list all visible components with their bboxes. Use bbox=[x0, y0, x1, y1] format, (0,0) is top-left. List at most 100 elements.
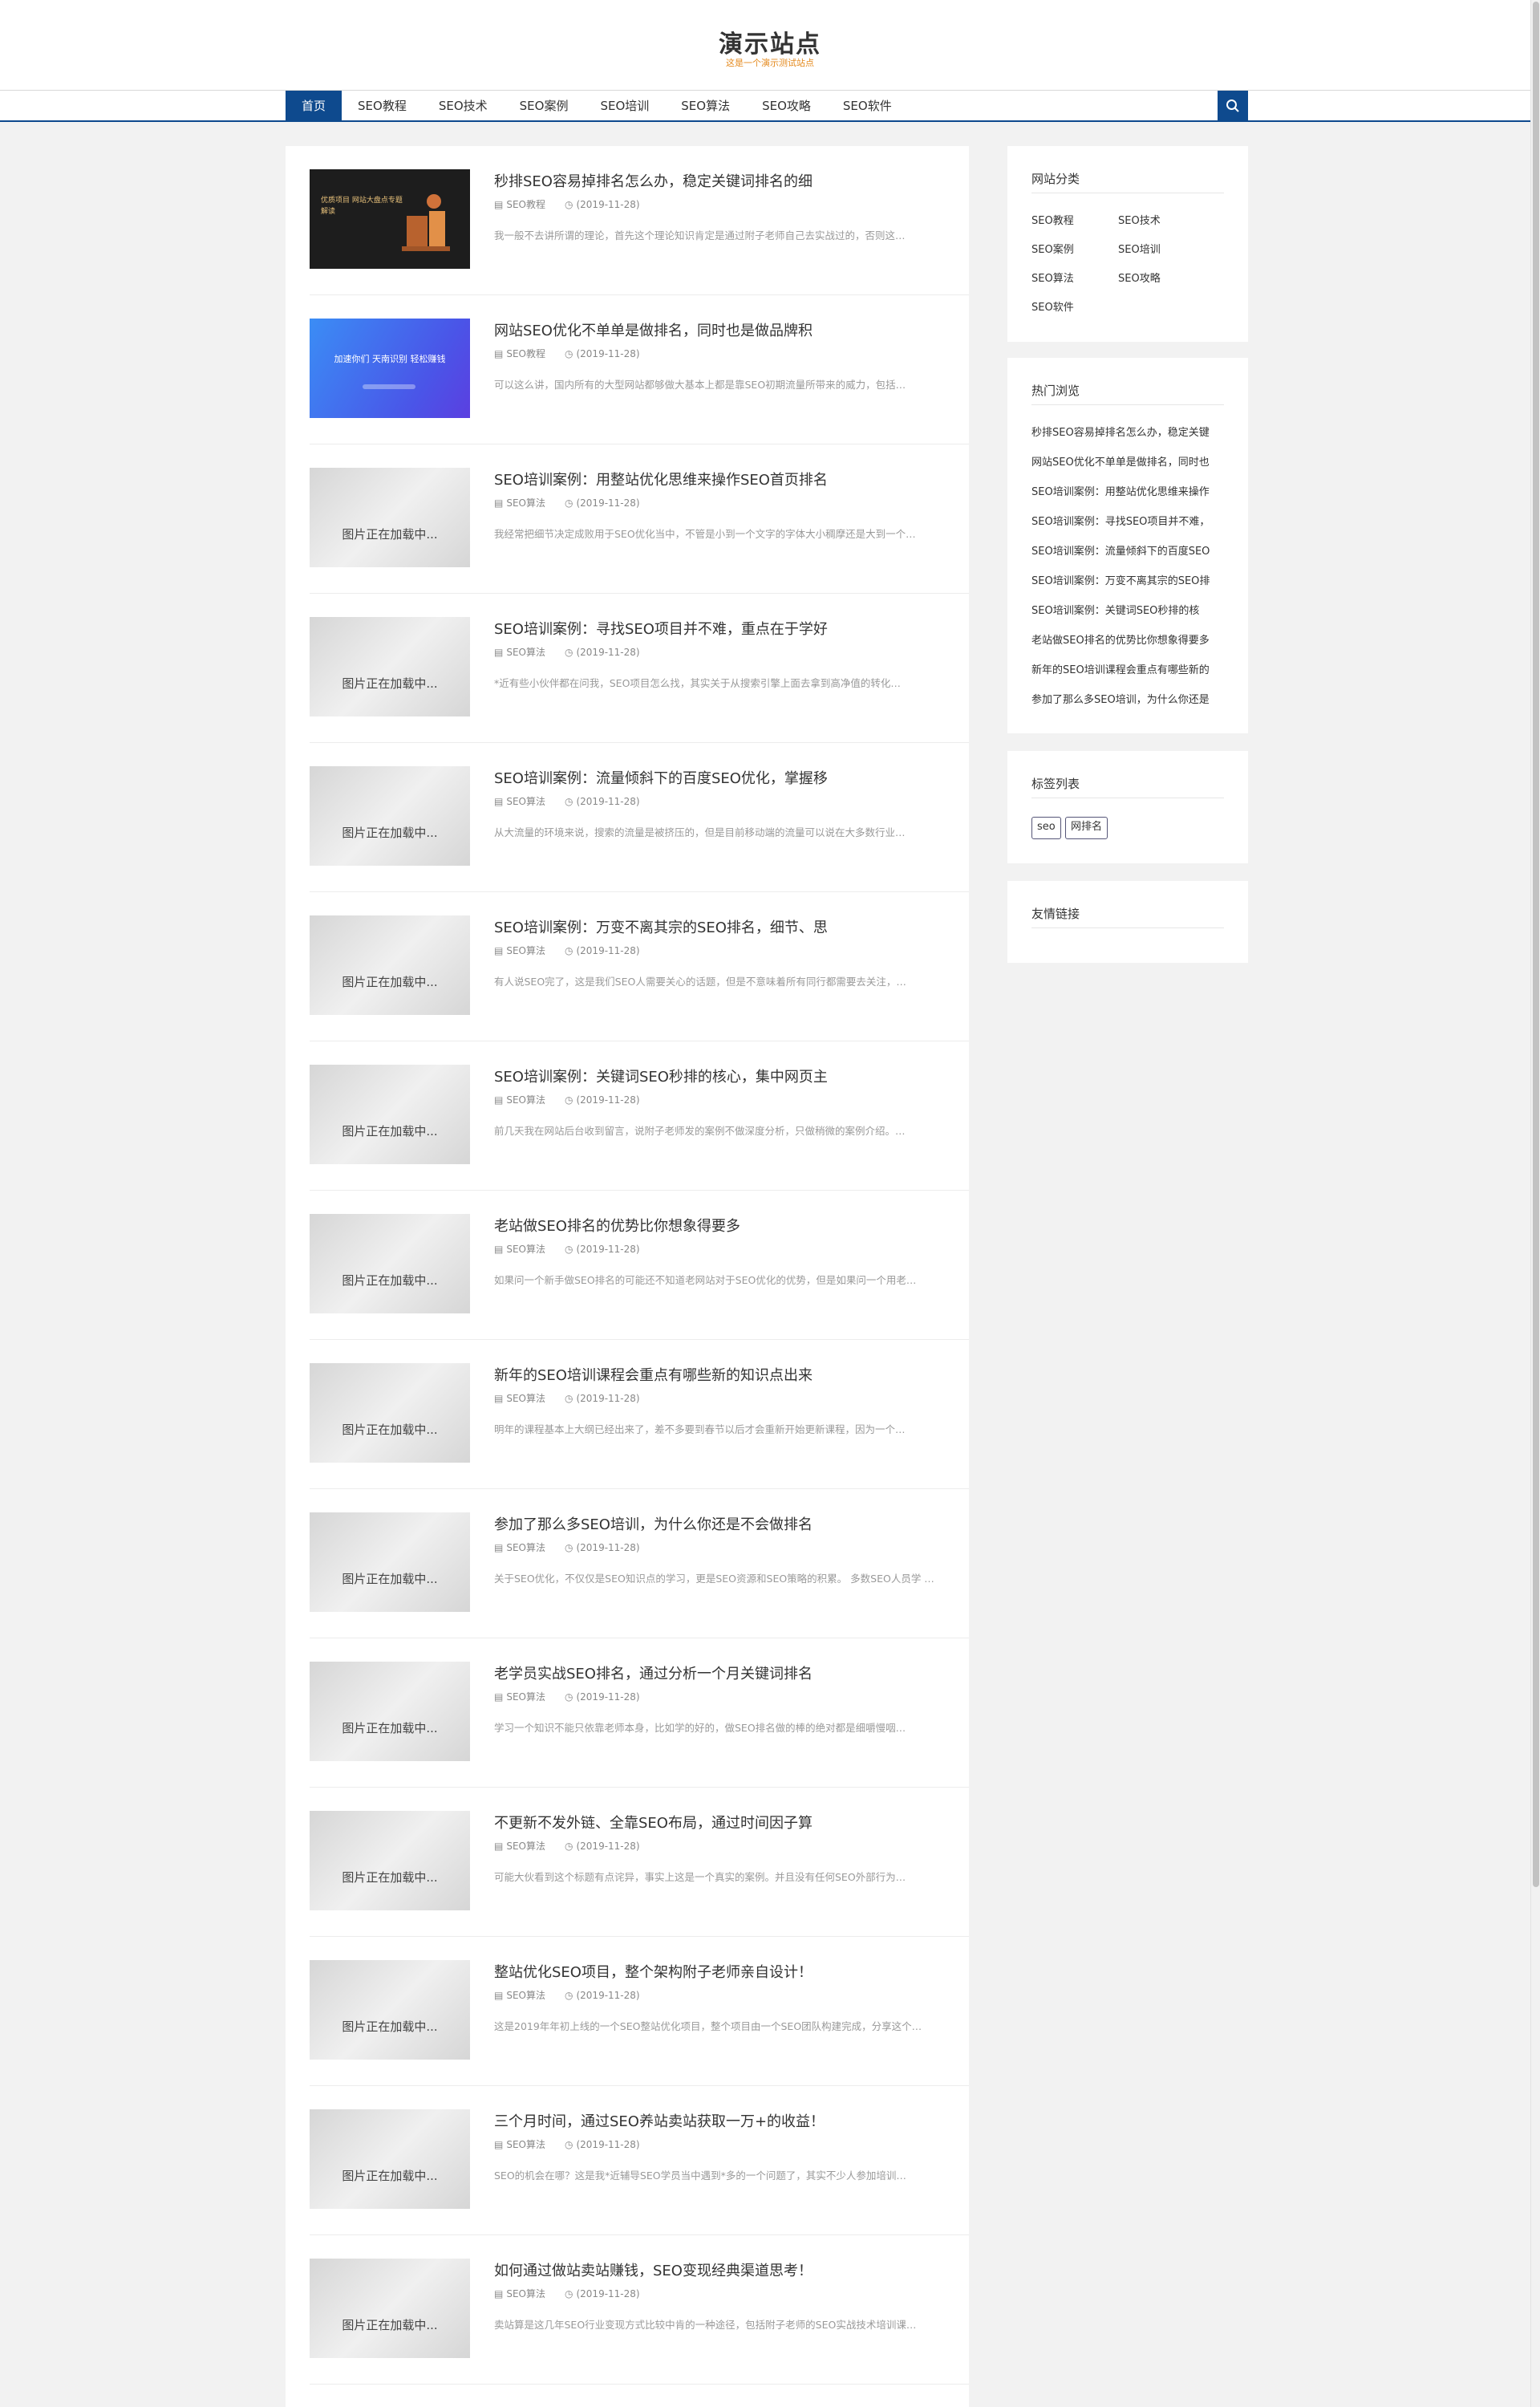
tag-link[interactable]: seo bbox=[1031, 817, 1061, 839]
clock-icon: ◷ bbox=[565, 1691, 573, 1703]
nav-item-seo-tech[interactable]: SEO技术 bbox=[423, 91, 504, 121]
clock-icon: ◷ bbox=[565, 1989, 573, 2001]
article-title[interactable]: 老学员实战SEO排名，通过分析一个月关键词排名 bbox=[494, 1662, 967, 1683]
article-thumbnail[interactable]: 图片正在加载中... bbox=[310, 1512, 470, 1612]
nav-item-seo-software[interactable]: SEO软件 bbox=[827, 91, 908, 121]
article-title[interactable]: SEO培训案例：关键词SEO秒排的核心，集中网页主 bbox=[494, 1065, 967, 1086]
site-title[interactable]: 演示站点 bbox=[0, 24, 1540, 59]
search-button[interactable] bbox=[1218, 91, 1248, 121]
article-category[interactable]: SEO算法 bbox=[506, 794, 545, 808]
article-meta: ▤ SEO算法 ◷ (2019-11-28) bbox=[494, 1093, 640, 1106]
thumbnail-loading-text: 图片正在加载中... bbox=[342, 826, 438, 840]
article-category[interactable]: SEO算法 bbox=[506, 1093, 545, 1106]
article-thumbnail[interactable]: 图片正在加载中... bbox=[310, 2259, 470, 2358]
page-scrollbar[interactable] bbox=[1530, 0, 1540, 2407]
article-thumbnail[interactable]: 图片正在加载中... bbox=[310, 1811, 470, 1910]
article-category[interactable]: SEO教程 bbox=[506, 347, 545, 360]
nav-item-seo-training[interactable]: SEO培训 bbox=[584, 91, 665, 121]
clock-icon: ◷ bbox=[565, 944, 573, 956]
widget-title: 友情链接 bbox=[1031, 907, 1080, 921]
article-title[interactable]: 整站优化SEO项目，整个架构附子老师亲自设计！ bbox=[494, 1961, 967, 1982]
hot-post-link[interactable]: 秒排SEO容易掉排名怎么办，稳定关键 bbox=[1031, 424, 1226, 439]
article-thumbnail[interactable]: 图片正在加载中... bbox=[310, 766, 470, 866]
tag-link[interactable]: 网排名 bbox=[1065, 817, 1108, 839]
hot-post-link[interactable]: SEO培训案例：流量倾斜下的百度SEO bbox=[1031, 542, 1226, 558]
nav-item-seo-tutorial[interactable]: SEO教程 bbox=[342, 91, 423, 121]
article-category[interactable]: SEO算法 bbox=[506, 1690, 545, 1703]
article-thumbnail[interactable]: 图片正在加载中... bbox=[310, 468, 470, 567]
article-meta: ▤ SEO算法 ◷ (2019-11-28) bbox=[494, 2137, 640, 2151]
hot-post-link[interactable]: 参加了那么多SEO培训，为什么你还是 bbox=[1031, 691, 1226, 706]
category-link[interactable]: SEO培训 bbox=[1118, 241, 1161, 256]
article-thumbnail[interactable]: 优质项目 网站大盘点专题解读 bbox=[310, 169, 470, 269]
article-title[interactable]: SEO培训案例：万变不离其宗的SEO排名，细节、思 bbox=[494, 916, 967, 937]
article-category[interactable]: SEO算法 bbox=[506, 1839, 545, 1853]
article-date: (2019-11-28) bbox=[576, 1541, 640, 1553]
category-link[interactable]: SEO案例 bbox=[1031, 241, 1074, 256]
article-title[interactable]: 三个月时间，通过SEO养站卖站获取一万+的收益！ bbox=[494, 2110, 967, 2131]
article-title[interactable]: 如何通过做站卖站赚钱，SEO变现经典渠道思考！ bbox=[494, 2259, 967, 2280]
article-thumbnail[interactable]: 加速你们 天南识别 轻松赚钱 bbox=[310, 319, 470, 418]
article-thumbnail[interactable]: 图片正在加载中... bbox=[310, 1065, 470, 1164]
hot-post-link[interactable]: SEO培训案例：关键词SEO秒排的核 bbox=[1031, 602, 1226, 617]
article-title[interactable]: SEO培训案例：流量倾斜下的百度SEO优化，掌握移 bbox=[494, 767, 967, 788]
hot-post-link[interactable]: 老站做SEO排名的优势比你想象得要多 bbox=[1031, 631, 1226, 647]
article-title[interactable]: 参加了那么多SEO培训，为什么你还是不会做排名 bbox=[494, 1513, 967, 1534]
folder-icon: ▤ bbox=[494, 2138, 504, 2150]
nav-item-seo-algorithm[interactable]: SEO算法 bbox=[665, 91, 746, 121]
article-thumbnail[interactable]: 图片正在加载中... bbox=[310, 1662, 470, 1761]
article-thumbnail[interactable]: 图片正在加载中... bbox=[310, 2109, 470, 2209]
folder-icon: ▤ bbox=[494, 1989, 504, 2001]
category-link[interactable]: SEO算法 bbox=[1031, 270, 1074, 285]
hot-post-link[interactable]: 新年的SEO培训课程会重点有哪些新的 bbox=[1031, 661, 1226, 676]
article-category[interactable]: SEO算法 bbox=[506, 496, 545, 509]
article-date: (2019-11-28) bbox=[576, 1243, 640, 1255]
article-title[interactable]: SEO培训案例：寻找SEO项目并不难，重点在于学好 bbox=[494, 618, 967, 639]
category-link[interactable]: SEO教程 bbox=[1031, 212, 1074, 227]
article-category[interactable]: SEO算法 bbox=[506, 2287, 545, 2300]
article-category[interactable]: SEO算法 bbox=[506, 1391, 545, 1405]
nav-item-home[interactable]: 首页 bbox=[286, 91, 342, 121]
clock-icon: ◷ bbox=[565, 2287, 573, 2299]
nav-item-seo-cases[interactable]: SEO案例 bbox=[504, 91, 585, 121]
article-summary: 学习一个知识不能只依靠老师本身，比如学的好的，做SEO排名做的棒的绝对都是细嚼慢… bbox=[494, 1722, 906, 1734]
article-thumbnail[interactable]: 图片正在加载中... bbox=[310, 1960, 470, 2060]
article-category[interactable]: SEO算法 bbox=[506, 1988, 545, 2002]
hot-post-link[interactable]: SEO培训案例：寻找SEO项目并不难， bbox=[1031, 513, 1226, 528]
article-thumbnail[interactable]: 图片正在加载中... bbox=[310, 915, 470, 1015]
widget-categories: 网站分类 SEO教程 SEO技术 SEO案例 SEO培训 SEO算法 SEO攻略… bbox=[1007, 146, 1248, 342]
hot-post-link[interactable]: SEO培训案例：用整站优化思维来操作 bbox=[1031, 483, 1226, 498]
article-category[interactable]: SEO教程 bbox=[506, 197, 545, 211]
article-category[interactable]: SEO算法 bbox=[506, 2137, 545, 2151]
article-category[interactable]: SEO算法 bbox=[506, 944, 545, 957]
article-thumbnail[interactable]: 图片正在加载中... bbox=[310, 617, 470, 716]
article-title[interactable]: SEO培训案例：用整站优化思维来操作SEO首页排名 bbox=[494, 469, 967, 489]
article-thumbnail[interactable]: 图片正在加载中... bbox=[310, 1214, 470, 1313]
article-thumbnail[interactable]: 图片正在加载中... bbox=[310, 1363, 470, 1463]
hot-post-link[interactable]: SEO培训案例：万变不离其宗的SEO排 bbox=[1031, 572, 1226, 587]
article-meta: ▤ SEO算法 ◷ (2019-11-28) bbox=[494, 1242, 640, 1256]
scrollbar-thumb[interactable] bbox=[1533, 2, 1539, 1887]
article-category[interactable]: SEO算法 bbox=[506, 645, 545, 659]
category-link[interactable]: SEO技术 bbox=[1118, 212, 1161, 227]
thumbnail-loading-text: 图片正在加载中... bbox=[342, 1124, 438, 1139]
article-category[interactable]: SEO算法 bbox=[506, 1242, 545, 1256]
hot-post-link[interactable]: 网站SEO优化不单单是做排名，同时也 bbox=[1031, 453, 1226, 469]
article-title[interactable]: 不更新不发外链、全靠SEO布局，通过时间因子算 bbox=[494, 1812, 967, 1833]
folder-icon: ▤ bbox=[494, 2287, 504, 2299]
article-title[interactable]: 新年的SEO培训课程会重点有哪些新的知识点出来 bbox=[494, 1364, 967, 1385]
category-link[interactable]: SEO软件 bbox=[1031, 298, 1074, 314]
widget-title: 标签列表 bbox=[1031, 777, 1080, 791]
folder-icon: ▤ bbox=[494, 198, 504, 210]
category-link[interactable]: SEO攻略 bbox=[1118, 270, 1161, 285]
article-summary: 卖站算是这几年SEO行业变现方式比较中肯的一种途径，包括附子老师的SEO实战技术… bbox=[494, 2319, 917, 2331]
divider bbox=[1031, 404, 1224, 405]
nav-item-seo-guide[interactable]: SEO攻略 bbox=[746, 91, 827, 121]
article-category[interactable]: SEO算法 bbox=[506, 1540, 545, 1554]
article-title[interactable]: 网站SEO优化不单单是做排名，同时也是做品牌积 bbox=[494, 319, 967, 340]
article-title[interactable]: 老站做SEO排名的优势比你想象得要多 bbox=[494, 1215, 967, 1236]
article-title[interactable]: 秒排SEO容易掉排名怎么办，稳定关键词排名的细 bbox=[494, 170, 967, 191]
article-item: 图片正在加载中... SEO培训案例：用整站优化思维来操作SEO首页排名 ▤ SE… bbox=[310, 444, 969, 594]
folder-icon: ▤ bbox=[494, 944, 504, 956]
thumbnail-loading-text: 图片正在加载中... bbox=[342, 2019, 438, 2034]
